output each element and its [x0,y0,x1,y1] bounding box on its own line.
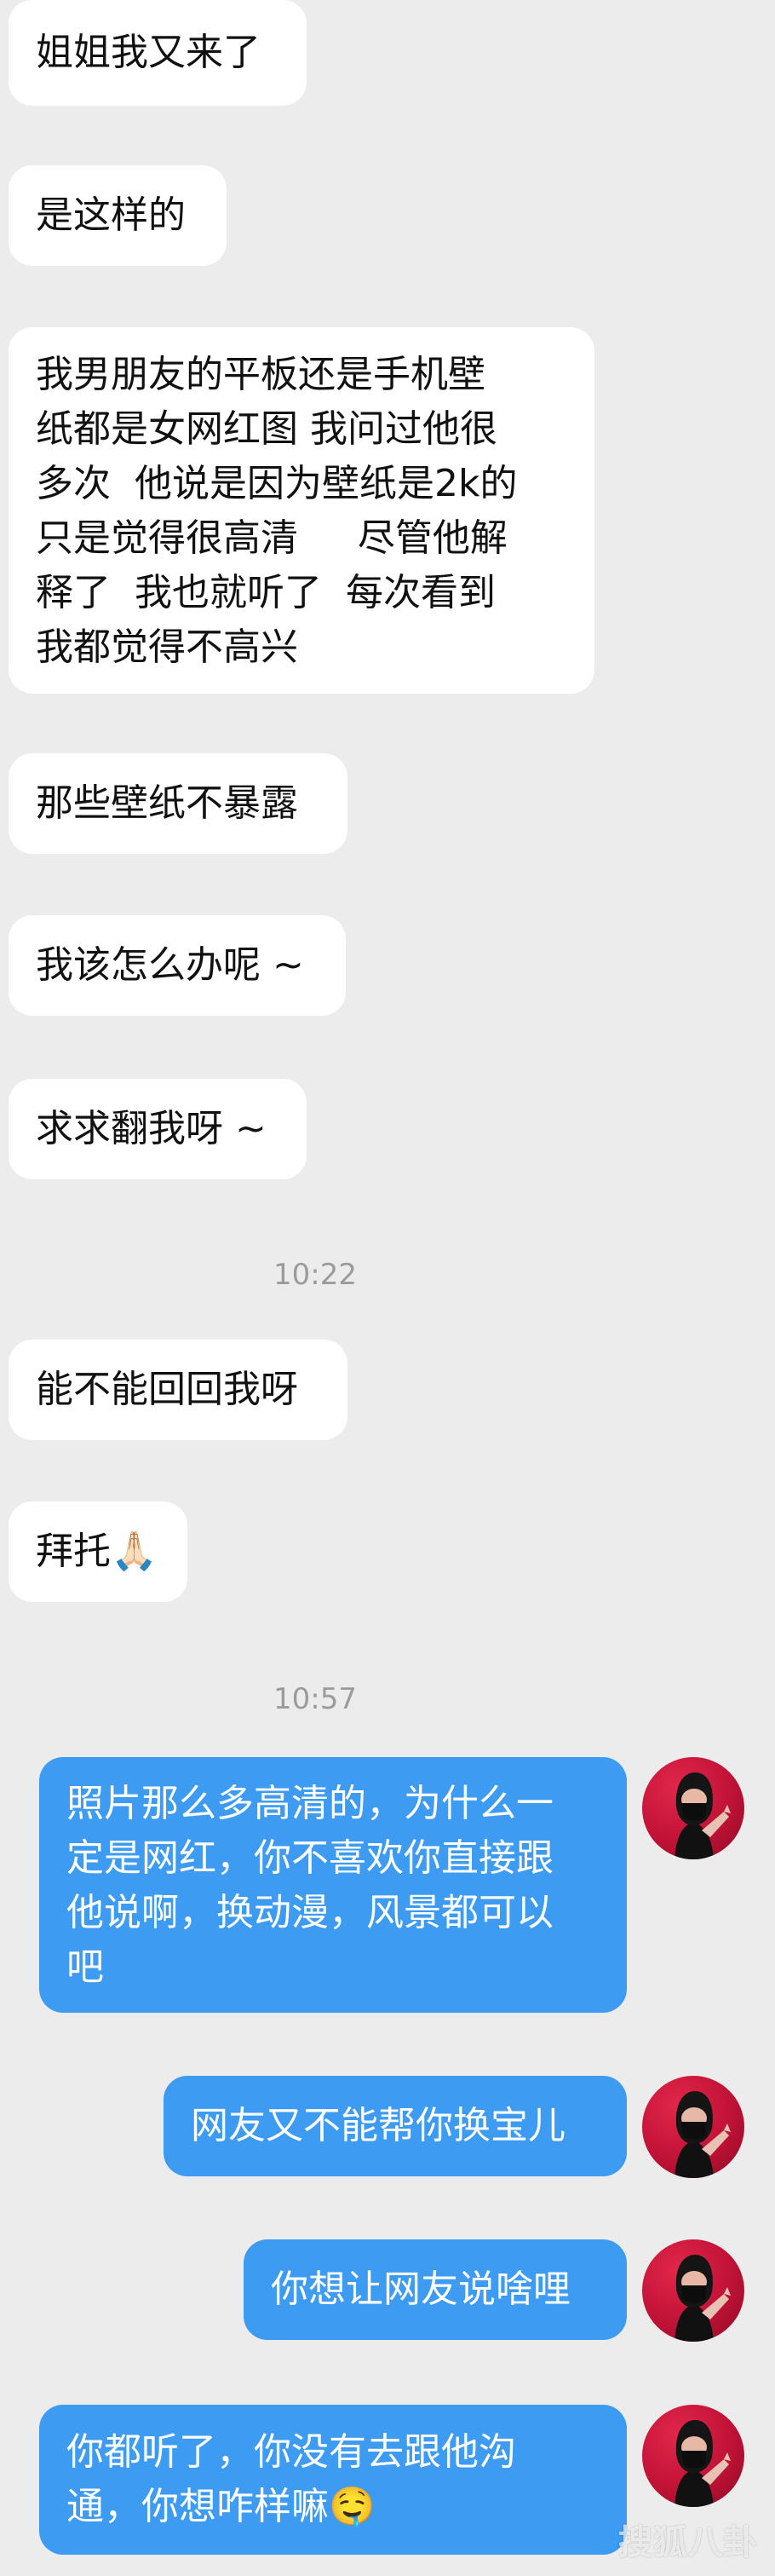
incoming-message[interactable]: 是这样的 [9,165,227,266]
masked-woman-avatar-icon[interactable] [642,1757,744,1859]
timestamp: 10:57 [273,1682,357,1716]
outgoing-message[interactable]: 你都听了，你没有去跟他沟 通，你想咋样嘛🤤 [39,2405,627,2555]
outgoing-message[interactable]: 你想让网友说啥哩 [244,2239,627,2340]
masked-woman-avatar-icon[interactable] [642,2405,744,2507]
masked-woman-avatar-icon[interactable] [642,2076,744,2178]
incoming-message[interactable]: 求求翻我呀 ~ [9,1079,307,1179]
incoming-message[interactable]: 拜托🙏🏻 [9,1501,187,1602]
timestamp: 10:22 [273,1258,357,1292]
incoming-message[interactable]: 那些壁纸不暴露 [9,753,347,854]
chat-window: 姐姐我又来了 是这样的 我男朋友的平板还是手机壁 纸都是女网红图 我问过他很 多… [0,0,775,2576]
outgoing-message[interactable]: 照片那么多高清的，为什么一 定是网红，你不喜欢你直接跟 他说啊，换动漫，风景都可… [39,1757,627,2013]
incoming-message[interactable]: 我男朋友的平板还是手机壁 纸都是女网红图 我问过他很 多次 他说是因为壁纸是2k… [9,327,594,694]
incoming-message[interactable]: 姐姐我又来了 [9,0,307,106]
incoming-message[interactable]: 能不能回回我呀 [9,1340,347,1440]
outgoing-message[interactable]: 网友又不能帮你换宝儿 [164,2076,627,2176]
masked-woman-avatar-icon[interactable] [642,2239,744,2342]
incoming-message[interactable]: 我该怎么办呢 ~ [9,915,346,1016]
watermark: 搜狐八卦 [618,2523,758,2562]
